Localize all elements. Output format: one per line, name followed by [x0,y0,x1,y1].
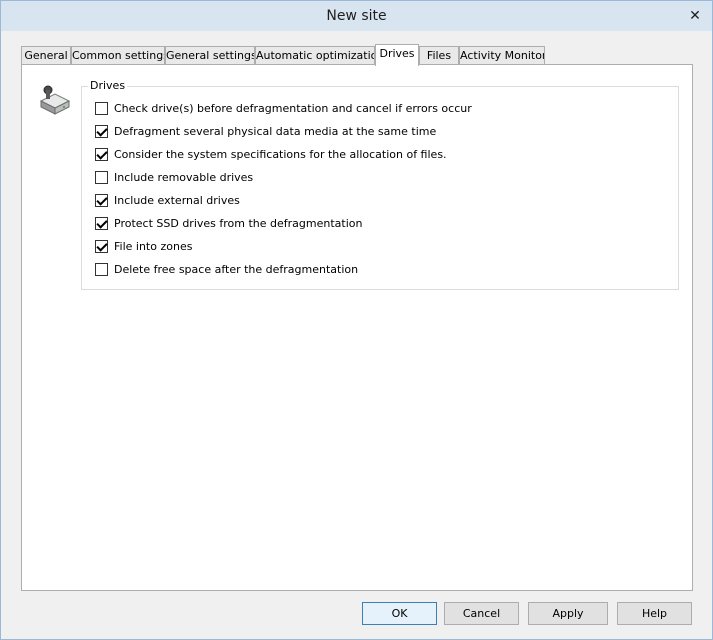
consider-system-specs-label: Consider the system specifications for t… [114,147,447,161]
window-title: New site [326,8,387,24]
drives-groupbox: Drives Check drive(s) before defragmenta… [81,79,679,290]
help-button[interactable]: Help [617,602,692,625]
include-removable-drives-label: Include removable drives [114,170,254,184]
protect-ssd-option[interactable]: Protect SSD drives from the defragmentat… [95,215,362,231]
include-removable-drives-option[interactable]: Include removable drives [95,169,253,185]
hard-drive-icon [39,85,71,115]
checkbox[interactable] [95,193,108,207]
tab-general[interactable]: General [21,46,71,65]
defragment-several-media-label: Defragment several physical data media a… [114,124,437,138]
tab-drives[interactable]: Drives [375,44,419,66]
include-external-drives-label: Include external drives [114,193,240,207]
checkbox[interactable] [95,147,108,161]
checkbox[interactable] [95,239,108,253]
tab-automatic-optimization[interactable]: Automatic optimization [255,46,375,65]
checkbox[interactable] [95,124,108,138]
checkbox[interactable] [95,262,108,276]
protect-ssd-label: Protect SSD drives from the defragmentat… [114,216,363,230]
ok-button[interactable]: OK [362,602,437,625]
tab-general-settings[interactable]: General settings [165,46,255,65]
tab-panel-drives: Drives Check drive(s) before defragmenta… [21,64,693,591]
checkbox[interactable] [95,170,108,184]
checkbox[interactable] [95,101,108,115]
drives-group-title: Drives [88,79,128,93]
close-icon: ✕ [689,8,701,24]
title-bar[interactable]: New site ✕ [1,1,712,31]
file-into-zones-option[interactable]: File into zones [95,238,192,254]
file-into-zones-label: File into zones [114,239,193,253]
tab-activity-monitor[interactable]: Activity Monitor [459,46,545,65]
defragment-several-media-option[interactable]: Defragment several physical data media a… [95,123,436,139]
delete-free-space-option[interactable]: Delete free space after the defragmentat… [95,261,358,277]
include-external-drives-option[interactable]: Include external drives [95,192,240,208]
cancel-button[interactable]: Cancel [444,602,519,625]
check-drives-label: Check drive(s) before defragmentation an… [114,101,472,115]
apply-button[interactable]: Apply [528,602,608,625]
checkbox[interactable] [95,216,108,230]
tab-files[interactable]: Files [419,46,459,65]
check-drives-option[interactable]: Check drive(s) before defragmentation an… [95,100,472,116]
consider-system-specs-option[interactable]: Consider the system specifications for t… [95,146,447,162]
delete-free-space-label: Delete free space after the defragmentat… [114,262,359,276]
close-button[interactable]: ✕ [678,1,712,31]
dialog-window: New site ✕ General Common settings Gener… [0,0,713,640]
tab-common-settings[interactable]: Common settings [71,46,165,65]
